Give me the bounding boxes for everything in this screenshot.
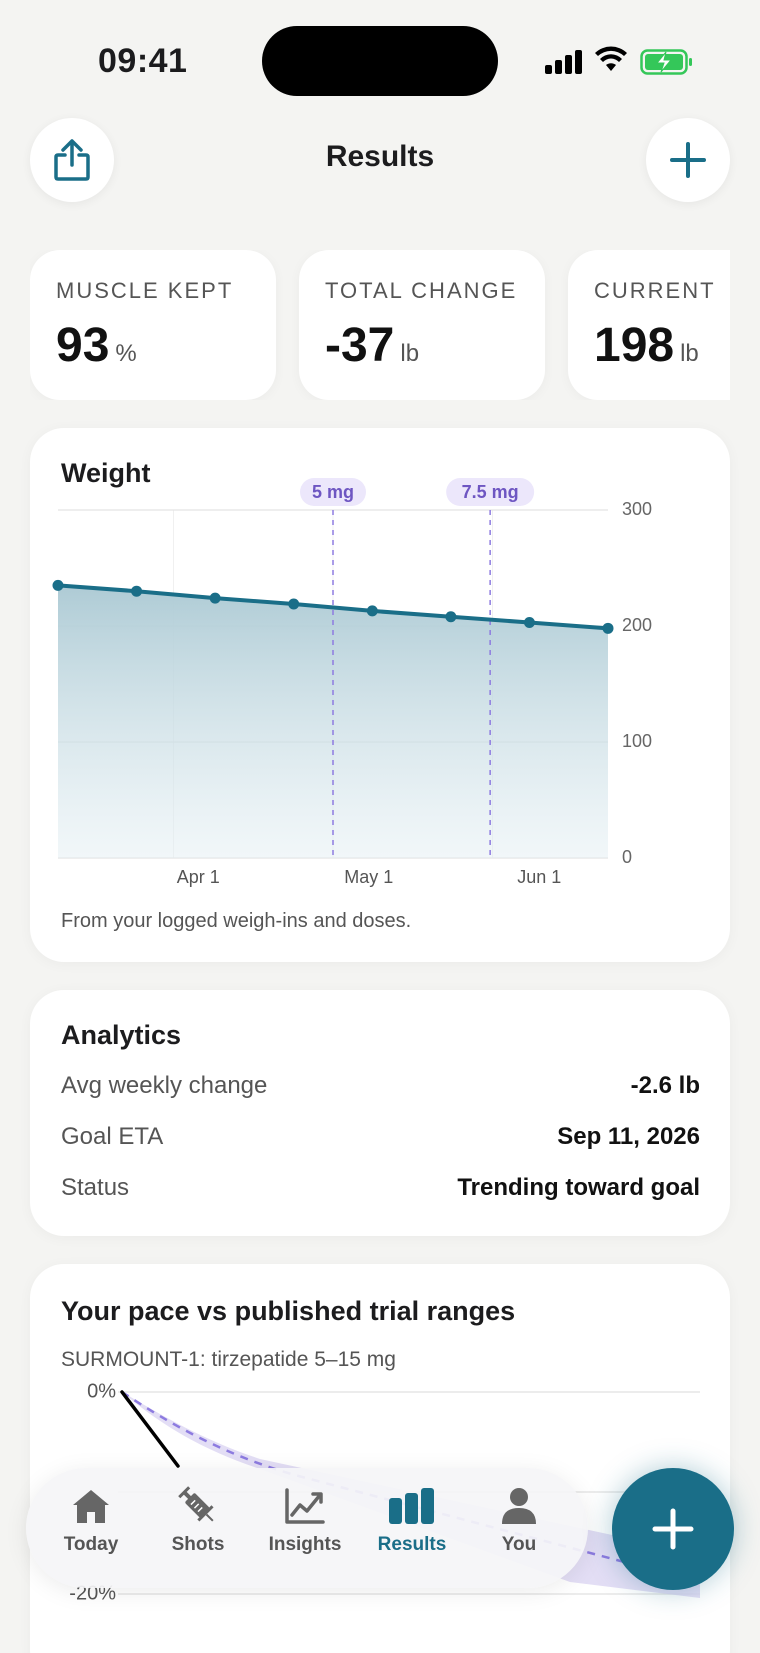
trend-chart-icon: [255, 1482, 355, 1530]
tab-label: You: [501, 1534, 537, 1555]
stat-number: 93: [56, 319, 110, 372]
analytics-value: Sep 11, 2026: [557, 1123, 700, 1150]
weight-chart[interactable]: 0 100 200 300 5 mg 7.5 mg Apr 1 May 1 Jun 1: [30, 428, 730, 898]
analytics-title: Analytics: [61, 1020, 182, 1050]
y-tick-label: 0: [622, 847, 632, 867]
x-tick-label: Jun 1: [517, 867, 561, 887]
weight-point: [288, 598, 300, 610]
pace-y-tick: 0%: [87, 1380, 116, 1402]
stat-label: TOTAL CHANGE: [325, 278, 518, 303]
weight-point: [445, 611, 457, 623]
house-icon: [41, 1482, 141, 1530]
tab-bar: Today Shots Insights Results You: [26, 1468, 588, 1588]
analytics-row-status: Status Trending toward goal: [61, 1174, 700, 1214]
battery-charging-icon: [640, 49, 692, 75]
tab-you[interactable]: You: [469, 1482, 569, 1578]
weight-point: [131, 585, 143, 597]
plus-icon: [670, 142, 706, 178]
weight-point: [602, 622, 614, 634]
stat-value: -37 lb: [325, 318, 419, 373]
stat-label: CURRENT: [594, 278, 716, 303]
y-tick-label: 200: [622, 615, 652, 635]
stats-row[interactable]: MUSCLE KEPT 93% TOTAL CHANGE -37 lb CURRE…: [30, 250, 730, 400]
stat-value: 93%: [56, 318, 137, 373]
dose-marker-label: 5 mg: [312, 482, 354, 502]
y-tick-label: 100: [622, 731, 652, 751]
quick-add-button[interactable]: [612, 1468, 734, 1590]
cellular-signal-icon: [545, 50, 583, 74]
pace-card: Your pace vs published trial ranges SURM…: [30, 1264, 730, 1653]
stat-unit: %: [115, 340, 137, 367]
add-entry-button[interactable]: [646, 118, 730, 202]
wifi-icon: [595, 46, 627, 71]
stat-unit: lb: [400, 340, 420, 367]
stat-value: 198 lb: [594, 318, 699, 373]
weight-point: [523, 617, 535, 629]
tab-label: Results: [377, 1534, 447, 1555]
pace-chart: 0% -20%: [69, 1380, 701, 1604]
weight-card-note: From your logged weigh-ins and doses.: [61, 910, 412, 932]
weight-point: [209, 592, 221, 604]
dose-marker-label: 7.5 mg: [462, 482, 519, 502]
analytics-label: Avg weekly change: [61, 1072, 268, 1099]
analytics-value: Trending toward goal: [457, 1174, 700, 1201]
status-bar: 09:41: [0, 0, 760, 110]
tab-insights[interactable]: Insights: [255, 1482, 355, 1578]
analytics-value: -2.6 lb: [630, 1072, 700, 1099]
stat-card-current: CURRENT 198 lb: [568, 250, 730, 400]
weight-card: Weight 0 100 200 300 5 mg 7.5 mg Apr 1 May 1 Jun…: [30, 428, 730, 962]
tab-results[interactable]: Results: [362, 1482, 462, 1578]
bar-chart-icon: [362, 1482, 462, 1530]
analytics-row-goal-eta: Goal ETA Sep 11, 2026: [61, 1123, 700, 1163]
x-tick-label: May 1: [344, 867, 393, 887]
tab-label: Shots: [171, 1534, 225, 1555]
weight-point: [366, 605, 378, 617]
syringe-icon: [148, 1482, 248, 1530]
stat-unit: lb: [680, 340, 699, 367]
your-pace-line: [120, 1390, 180, 1468]
status-time: 09:41: [98, 42, 188, 80]
tab-shots[interactable]: Shots: [148, 1482, 248, 1578]
analytics-label: Status: [61, 1174, 130, 1201]
stat-card-muscle-kept: MUSCLE KEPT 93%: [30, 250, 276, 400]
y-tick-label: 300: [622, 499, 652, 519]
dynamic-island: [262, 26, 498, 96]
analytics-card: Analytics Avg weekly change -2.6 lb Goal…: [30, 990, 730, 1236]
plus-icon: [652, 1508, 694, 1550]
stat-number: -37: [325, 319, 395, 372]
tab-label: Today: [63, 1534, 119, 1555]
stat-card-total-change: TOTAL CHANGE -37 lb: [299, 250, 545, 400]
person-icon: [469, 1482, 569, 1530]
analytics-label: Goal ETA: [61, 1123, 164, 1150]
stat-number: 198: [594, 319, 675, 372]
stat-label: MUSCLE KEPT: [56, 278, 234, 303]
x-tick-label: Apr 1: [177, 867, 220, 887]
analytics-row-avg-weekly-change: Avg weekly change -2.6 lb: [61, 1072, 700, 1112]
weight-point: [52, 579, 64, 591]
tab-today[interactable]: Today: [41, 1482, 141, 1578]
tab-label: Insights: [268, 1534, 342, 1555]
